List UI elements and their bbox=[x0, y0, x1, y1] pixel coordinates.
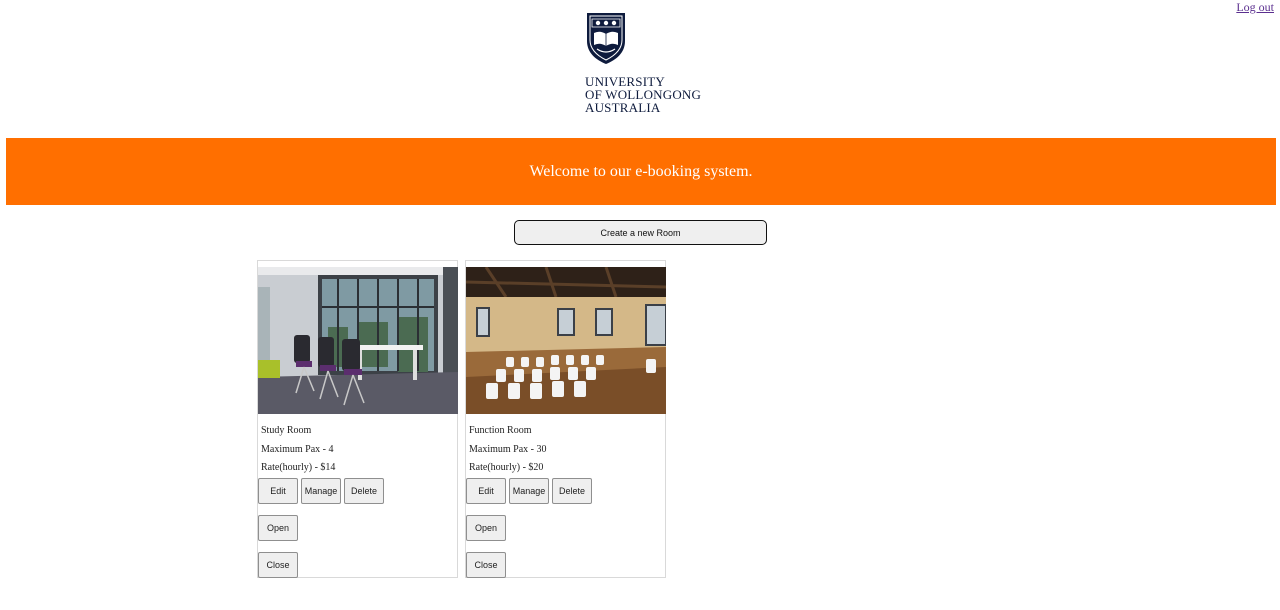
close-room-button[interactable]: Close bbox=[258, 552, 298, 578]
room-rate: Rate(hourly) - $14 bbox=[261, 462, 336, 473]
logout-link[interactable]: Log out bbox=[1236, 0, 1274, 15]
room-rate: Rate(hourly) - $20 bbox=[469, 462, 544, 473]
logo-line-3: AUSTRALIA bbox=[585, 100, 661, 115]
room-name: Study Room bbox=[261, 425, 312, 436]
room-max-pax: Maximum Pax - 4 bbox=[261, 444, 334, 455]
open-room-button[interactable]: Open bbox=[258, 515, 298, 541]
university-crest-icon bbox=[587, 13, 625, 64]
delete-room-button[interactable]: Delete bbox=[344, 478, 384, 504]
room-name: Function Room bbox=[469, 425, 532, 436]
room-max-pax: Maximum Pax - 30 bbox=[469, 444, 547, 455]
manage-room-button[interactable]: Manage bbox=[301, 478, 341, 504]
edit-room-button[interactable]: Edit bbox=[466, 478, 506, 504]
edit-room-button[interactable]: Edit bbox=[258, 478, 298, 504]
welcome-text: Welcome to our e-booking system. bbox=[529, 162, 753, 180]
manage-room-button[interactable]: Manage bbox=[509, 478, 549, 504]
open-room-button[interactable]: Open bbox=[466, 515, 506, 541]
room-photo bbox=[466, 267, 666, 414]
university-logo: UNIVERSITY OF WOLLONGONG AUSTRALIA bbox=[585, 11, 715, 114]
close-room-button[interactable]: Close bbox=[466, 552, 506, 578]
room-photo bbox=[258, 267, 458, 414]
welcome-banner: Welcome to our e-booking system. bbox=[6, 138, 1276, 205]
create-room-button[interactable]: Create a new Room bbox=[514, 220, 767, 245]
room-card: Function Room Maximum Pax - 30 Rate(hour… bbox=[465, 260, 666, 578]
delete-room-button[interactable]: Delete bbox=[552, 478, 592, 504]
room-card: Study Room Maximum Pax - 4 Rate(hourly) … bbox=[257, 260, 458, 578]
